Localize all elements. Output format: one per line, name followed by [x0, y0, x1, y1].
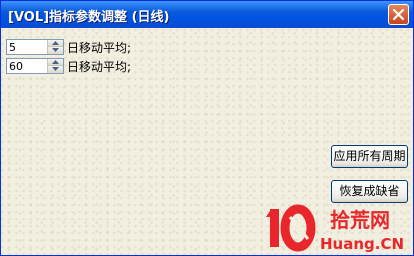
ma1-label: 日移动平均; — [67, 41, 132, 55]
ma2-spin-buttons — [47, 59, 63, 73]
ma2-decrement-button[interactable] — [48, 66, 63, 73]
dialog-window: [VOL]指标参数调整 (日线) 5 日移动平均; 60 日移动平均; 应用所有… — [0, 0, 414, 256]
ma2-spinbox[interactable]: 60 — [6, 58, 64, 74]
ma1-decrement-button[interactable] — [48, 47, 63, 54]
apply-all-periods-button[interactable]: 应用所有周期 — [331, 145, 408, 168]
close-icon — [393, 9, 404, 20]
ma1-spin-buttons — [47, 40, 63, 54]
watermark-domain: Huang.CN — [320, 235, 404, 253]
ma1-spinbox[interactable]: 5 — [6, 39, 64, 55]
ma2-increment-button[interactable] — [48, 59, 63, 66]
dialog-content: 5 日移动平均; 60 日移动平均; 应用所有周期 恢复成缺省 拾荒网 Huan… — [1, 28, 413, 255]
watermark-site-name: 拾荒网 — [330, 208, 390, 232]
arrow-down-icon — [52, 48, 59, 52]
watermark-logo: 拾荒网 Huang.CN — [266, 204, 404, 253]
restore-defaults-button[interactable]: 恢复成缺省 — [331, 180, 408, 203]
arrow-down-icon — [52, 67, 59, 71]
arrow-up-icon — [52, 60, 59, 64]
ma1-value[interactable]: 5 — [9, 41, 16, 54]
ma2-label: 日移动平均; — [67, 60, 132, 74]
title-bar[interactable]: [VOL]指标参数调整 (日线) — [1, 1, 413, 28]
arrow-up-icon — [52, 41, 59, 45]
ma1-increment-button[interactable] — [48, 40, 63, 47]
close-button[interactable] — [388, 4, 409, 25]
ma2-value[interactable]: 60 — [9, 60, 23, 73]
window-title: [VOL]指标参数调整 (日线) — [8, 10, 170, 25]
